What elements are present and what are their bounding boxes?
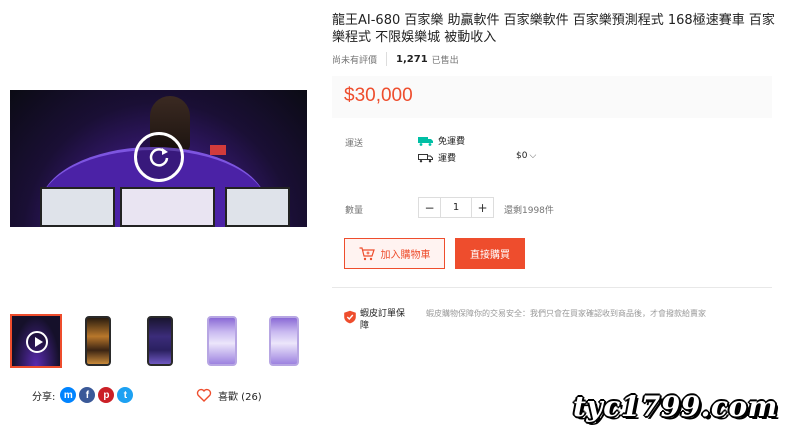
free-shipping: 免運費: [418, 134, 465, 147]
truck-icon: [418, 153, 433, 162]
like-button[interactable]: 喜歡 (26): [196, 387, 262, 403]
share-label: 分享:: [32, 391, 56, 403]
section-divider: [332, 287, 772, 288]
messenger-icon[interactable]: m: [60, 387, 77, 403]
quantity-stepper: − 1 +: [418, 197, 494, 218]
twitter-icon[interactable]: t: [117, 387, 134, 403]
thumbnail-video[interactable]: [10, 314, 62, 368]
product-title: 龍王AI-680 百家樂 助贏軟件 百家樂軟件 百家樂預測程式 168極速賽車 …: [332, 13, 775, 45]
guarantee-title: 蝦皮訂單保障: [360, 309, 406, 331]
shipping-label: 運送: [345, 139, 364, 149]
shipping-fee-label: 運費: [438, 154, 457, 164]
shipping-fee: 運費: [418, 151, 456, 164]
watermark: tyc1799.com: [573, 390, 778, 423]
product-video[interactable]: [10, 90, 307, 227]
heart-icon: [196, 388, 212, 402]
product-price: $30,000: [344, 85, 413, 106]
play-icon: [26, 331, 48, 353]
thumbnail-image-1[interactable]: [72, 314, 124, 368]
thumbnail-image: [12, 316, 60, 366]
video-marker: [210, 145, 226, 155]
sold-label: 已售出: [431, 55, 459, 66]
thumbnail-image-4[interactable]: [258, 314, 310, 368]
rating-text: 尚未有評價: [332, 55, 378, 66]
replay-icon: [149, 148, 169, 167]
shield-icon: [344, 310, 356, 324]
thumbnail-image: [269, 316, 299, 366]
free-shipping-label: 免運費: [438, 137, 466, 147]
stock-remaining: 還剩1998件: [504, 206, 554, 216]
thumbnail-image-2[interactable]: [134, 314, 186, 368]
video-panel-right: [225, 187, 290, 227]
thumbnail-image: [85, 316, 111, 366]
quantity-label: 數量: [345, 206, 364, 216]
facebook-icon[interactable]: f: [79, 387, 96, 403]
product-meta: 尚未有評價 1,271 已售出: [332, 52, 459, 66]
pinterest-icon[interactable]: p: [98, 387, 115, 403]
guarantee-description: 蝦皮購物保障你的交易安全：我們只會在買家確認收到商品後，才會撥款給賣家: [426, 309, 706, 318]
add-to-cart-button[interactable]: 加入購物車: [344, 238, 445, 269]
thumbnail-strip: [10, 314, 310, 368]
like-count: 喜歡 (26): [218, 391, 262, 403]
add-to-cart-label: 加入購物車: [380, 250, 431, 261]
thumbnail-image: [147, 316, 173, 366]
quantity-input[interactable]: 1: [440, 198, 472, 217]
video-panel-left: [40, 187, 115, 227]
thumbnail-image-3[interactable]: [196, 314, 248, 368]
chevron-down-icon: ⌵: [529, 151, 537, 161]
buy-now-button[interactable]: 直接購買: [455, 238, 525, 269]
shipping-fee-value: $0: [516, 151, 528, 161]
video-panel-center: [120, 187, 215, 227]
meta-divider: [386, 52, 388, 66]
thumbnail-image: [207, 316, 237, 366]
share-bar: 分享: m f p t: [32, 387, 134, 403]
free-shipping-truck-icon: [418, 136, 433, 146]
price-section: $30,000: [332, 76, 772, 118]
quantity-decrease-button[interactable]: −: [419, 198, 440, 217]
cart-icon: [359, 246, 375, 260]
quantity-increase-button[interactable]: +: [472, 198, 493, 217]
shipping-fee-dropdown[interactable]: $0 ⌵: [516, 151, 536, 161]
replay-button[interactable]: [134, 132, 184, 182]
sold-count: 1,271: [396, 53, 428, 65]
